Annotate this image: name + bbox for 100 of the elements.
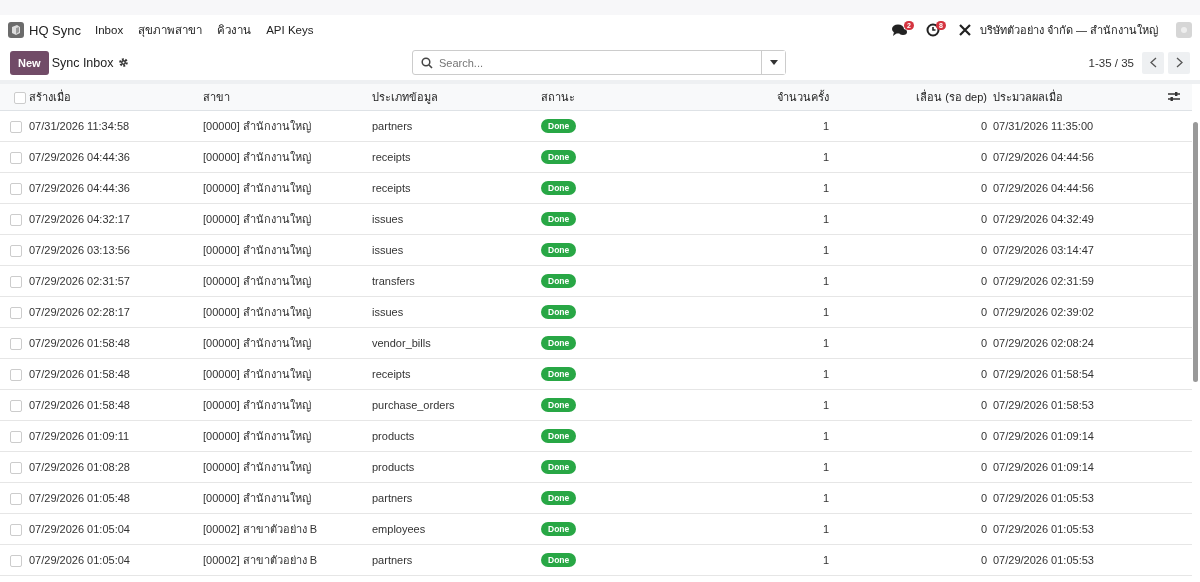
- column-header[interactable]: ประมวลผลเมื่อ: [993, 91, 1063, 103]
- table-cell: 07/29/2026 04:32:49: [993, 213, 1094, 225]
- status-badge: Done: [541, 150, 577, 164]
- row-checkbox[interactable]: [10, 213, 22, 226]
- table-cell: 07/29/2026 03:14:47: [993, 244, 1094, 256]
- row-checkbox[interactable]: [10, 244, 22, 257]
- row-checkbox[interactable]: [10, 399, 22, 412]
- table-cell: 07/29/2026 01:09:11: [29, 430, 130, 442]
- table-cell: 07/29/2026 04:44:36: [29, 151, 130, 163]
- table-cell: 0: [980, 399, 987, 411]
- nav-menu-item[interactable]: Inbox: [95, 24, 124, 36]
- status-badge: Done: [541, 274, 577, 288]
- table-cell: [00000] สำนักงานใหญ่: [203, 182, 311, 194]
- column-header[interactable]: สาขา: [203, 91, 230, 103]
- status-badge: Done: [541, 181, 577, 195]
- table-cell: 1: [822, 368, 829, 380]
- status-badge: Done: [541, 119, 577, 133]
- caret-icon: [769, 60, 778, 65]
- table-cell: 0: [980, 120, 987, 132]
- clock-icon[interactable]: [925, 23, 940, 37]
- row-checkbox[interactable]: [10, 275, 22, 288]
- row-checkbox[interactable]: [10, 523, 22, 536]
- messages-icon[interactable]: [892, 23, 908, 37]
- row-checkbox[interactable]: [10, 430, 22, 443]
- row-checkbox[interactable]: [10, 368, 22, 381]
- nav-menu-item[interactable]: สุขภาพสาขา: [138, 21, 203, 39]
- chevron-right-icon: [1175, 57, 1183, 68]
- row-checkbox[interactable]: [10, 337, 22, 350]
- table-cell: employees: [372, 523, 426, 535]
- avatar-icon[interactable]: [1176, 22, 1192, 38]
- table-cell: 1: [822, 213, 829, 225]
- table-cell: 1: [822, 492, 829, 504]
- table-cell: 07/29/2026 01:09:14: [993, 430, 1094, 442]
- table-cell: receipts: [372, 182, 411, 194]
- column-header[interactable]: จำนวนครั้ง: [777, 91, 829, 103]
- status-badge: Done: [541, 491, 577, 505]
- nav-menu-item[interactable]: API Keys: [266, 24, 314, 36]
- column-header[interactable]: ประเภทข้อมูล: [372, 91, 438, 103]
- app-name[interactable]: HQ Sync: [29, 22, 81, 38]
- row-checkbox[interactable]: [10, 182, 22, 195]
- row-checkbox[interactable]: [10, 554, 22, 567]
- table-cell: 0: [980, 492, 987, 504]
- table-cell: [00000] สำนักงานใหญ่: [203, 337, 311, 349]
- row-checkbox[interactable]: [10, 306, 22, 319]
- nav-menu-item[interactable]: คิวงาน: [217, 21, 252, 39]
- search-options-toggle[interactable]: [761, 51, 785, 74]
- column-header[interactable]: สร้างเมื่อ: [29, 91, 71, 103]
- table-cell: partners: [372, 492, 413, 504]
- app-logo-icon[interactable]: [8, 22, 24, 38]
- settings-icon[interactable]: [118, 57, 130, 68]
- company-name[interactable]: บริษัทตัวอย่าง จำกัด — สำนักงานใหญ่: [979, 21, 1158, 39]
- table-cell: 1: [822, 554, 829, 566]
- table-cell: [00002] สาขาตัวอย่าง B: [203, 523, 318, 535]
- table-cell: 0: [980, 151, 987, 163]
- table-cell: 0: [980, 523, 987, 535]
- status-badge: Done: [541, 367, 577, 381]
- status-badge: Done: [541, 398, 577, 412]
- table-cell: [00000] สำนักงานใหญ่: [203, 306, 311, 318]
- table-cell: 07/29/2026 04:44:36: [29, 182, 130, 194]
- pager-value[interactable]: 1-35 / 35: [1088, 56, 1134, 69]
- tools-icon[interactable]: [957, 23, 972, 37]
- table-cell: 0: [980, 244, 987, 256]
- next-page-button[interactable]: [1168, 51, 1190, 74]
- table-cell: 07/29/2026 04:44:56: [993, 182, 1094, 194]
- table-cell: 1: [822, 275, 829, 287]
- table-cell: vendor_bills: [372, 337, 431, 349]
- table-cell: 07/29/2026 01:58:48: [29, 337, 130, 349]
- row-checkbox[interactable]: [10, 120, 22, 133]
- table-cell: 0: [980, 306, 987, 318]
- status-badge: Done: [541, 212, 577, 226]
- table-cell: [00000] สำนักงานใหญ่: [203, 120, 311, 132]
- table-cell: 1: [822, 399, 829, 411]
- scrollbar[interactable]: [1193, 122, 1198, 382]
- select-all-checkbox[interactable]: [13, 91, 26, 104]
- table-cell: 07/29/2026 01:05:53: [993, 523, 1094, 535]
- column-header[interactable]: เลื่อน (รอ dep): [916, 91, 987, 103]
- table-cell: 1: [822, 337, 829, 349]
- row-checkbox[interactable]: [10, 492, 22, 505]
- table-cell: 07/29/2026 04:44:56: [993, 151, 1094, 163]
- search-bar[interactable]: Search...: [412, 50, 786, 75]
- table-cell: 07/29/2026 01:09:14: [993, 461, 1094, 473]
- new-button[interactable]: New: [10, 50, 49, 75]
- column-header[interactable]: สถานะ: [541, 91, 575, 103]
- table-cell: 0: [980, 337, 987, 349]
- table-cell: 07/29/2026 01:58:54: [993, 368, 1094, 380]
- table-cell: partners: [372, 120, 413, 132]
- table-cell: 07/29/2026 01:58:48: [29, 399, 130, 411]
- status-badge: Done: [541, 305, 577, 319]
- previous-page-button[interactable]: [1142, 51, 1164, 74]
- status-badge: Done: [541, 553, 577, 567]
- table-cell: 1: [822, 523, 829, 535]
- row-checkbox[interactable]: [10, 461, 22, 474]
- table-cell: products: [372, 430, 415, 442]
- row-checkbox[interactable]: [10, 151, 22, 164]
- table-cell: 07/29/2026 01:08:28: [29, 461, 130, 473]
- table-cell: 07/29/2026 01:58:48: [29, 368, 130, 380]
- column-options-icon[interactable]: [1168, 90, 1180, 102]
- status-badge: Done: [541, 243, 577, 257]
- table-cell: 07/31/2026 11:35:00: [993, 120, 1094, 132]
- table-cell: 1: [822, 182, 829, 194]
